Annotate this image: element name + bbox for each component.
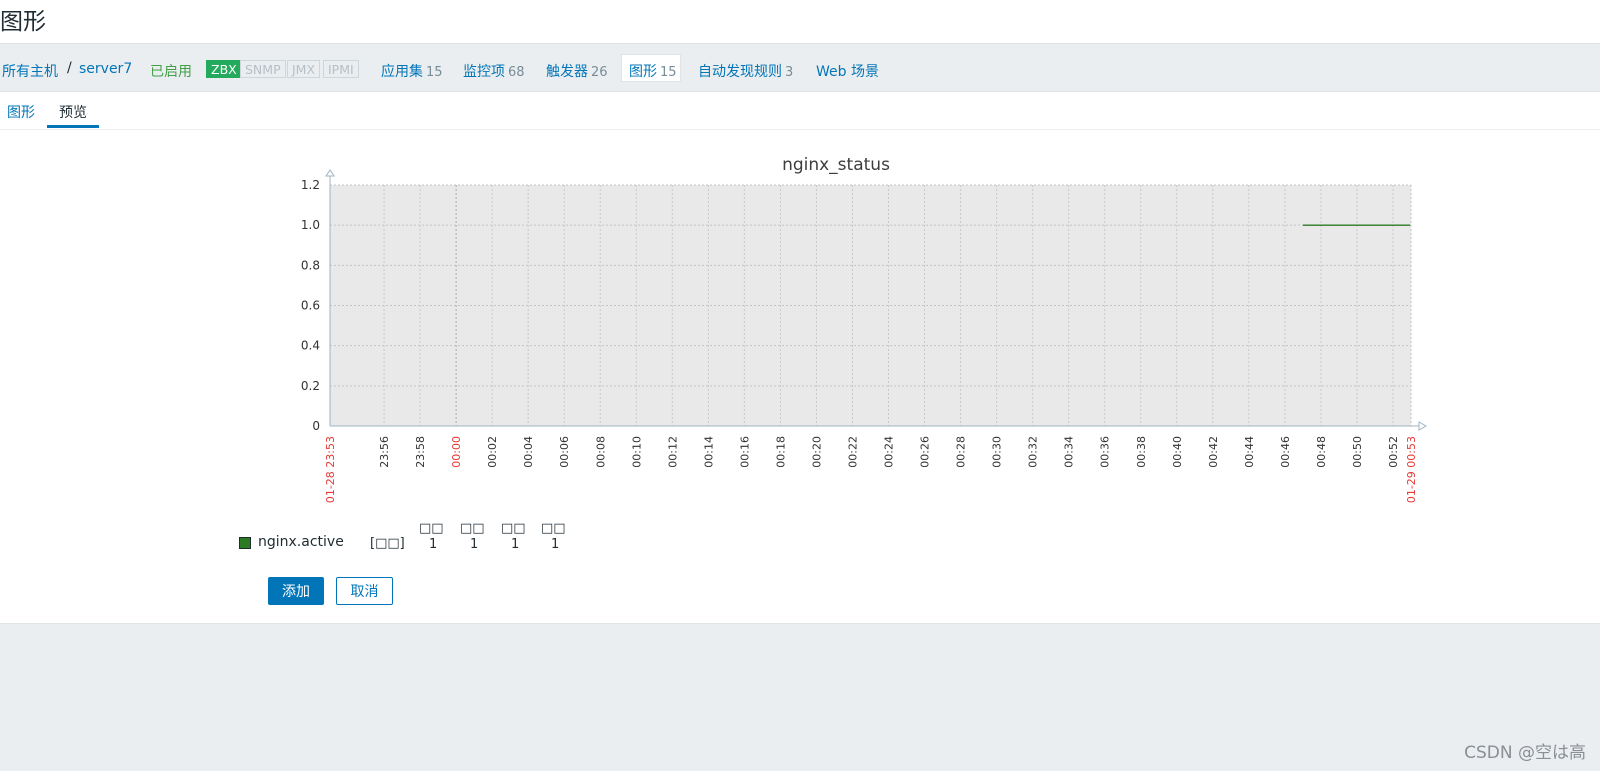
legend-value-3: 1 bbox=[511, 537, 520, 552]
legend-header-4: □□ bbox=[541, 521, 566, 536]
nav-applications-label: 应用集 bbox=[381, 64, 423, 80]
legend-swatch bbox=[239, 537, 251, 549]
nav-items-count: 68 bbox=[508, 65, 525, 80]
nav-items[interactable]: 监控项 68 bbox=[463, 61, 525, 81]
nav-applications[interactable]: 应用集 15 bbox=[381, 61, 443, 81]
breadcrumb-host[interactable]: server7 bbox=[79, 61, 132, 77]
add-button[interactable]: 添加 bbox=[268, 577, 324, 605]
nav-discovery-rules[interactable]: 自动发现规则 3 bbox=[698, 61, 793, 81]
tab-preview[interactable]: 预览 bbox=[59, 102, 87, 122]
availability-ipmi: IPMI bbox=[323, 60, 359, 78]
nav-web-label: Web 场景 bbox=[816, 64, 879, 80]
page-header: 图形 bbox=[0, 0, 1600, 44]
availability-zbx: ZBX bbox=[206, 60, 242, 78]
nav-applications-count: 15 bbox=[426, 65, 443, 80]
cancel-button[interactable]: 取消 bbox=[336, 577, 393, 605]
legend-value-1: 1 bbox=[429, 537, 438, 552]
tab-graph[interactable]: 图形 bbox=[7, 102, 35, 122]
page-title: 图形 bbox=[0, 9, 46, 35]
watermark: CSDN @空は高 bbox=[1464, 743, 1586, 763]
nav-graphs[interactable]: 图形 15 bbox=[629, 61, 677, 81]
nav-discovery-label: 自动发现规则 bbox=[698, 64, 782, 80]
legend-series-name: nginx.active bbox=[258, 534, 344, 550]
legend-header-1: □□ bbox=[419, 521, 444, 536]
legend-function: [□□] bbox=[370, 536, 405, 551]
nav-triggers-label: 触发器 bbox=[546, 64, 588, 80]
tab-bar: 图形 预览 bbox=[0, 92, 1600, 130]
legend-header-2: □□ bbox=[460, 521, 485, 536]
legend-value-2: 1 bbox=[470, 537, 479, 552]
nav-items-label: 监控项 bbox=[463, 64, 505, 80]
host-status-enabled[interactable]: 已启用 bbox=[150, 61, 192, 81]
nav-triggers-count: 26 bbox=[591, 65, 608, 80]
availability-snmp: SNMP bbox=[240, 60, 286, 78]
nav-discovery-count: 3 bbox=[785, 65, 794, 80]
legend-value-4: 1 bbox=[551, 537, 560, 552]
tab-active-underline bbox=[47, 125, 99, 128]
nav-graphs-label: 图形 bbox=[629, 64, 657, 80]
availability-jmx: JMX bbox=[287, 60, 321, 78]
breadcrumb-separator: / bbox=[67, 60, 72, 76]
nav-graphs-count: 15 bbox=[660, 65, 677, 80]
nav-web-scenarios[interactable]: Web 场景 bbox=[816, 61, 879, 81]
legend-header-3: □□ bbox=[501, 521, 526, 536]
nav-triggers[interactable]: 触发器 26 bbox=[546, 61, 608, 81]
breadcrumb-all-hosts[interactable]: 所有主机 bbox=[2, 61, 58, 81]
host-navigation: 所有主机 / server7 已启用 ZBX SNMP JMX IPMI 应用集… bbox=[0, 44, 1600, 92]
